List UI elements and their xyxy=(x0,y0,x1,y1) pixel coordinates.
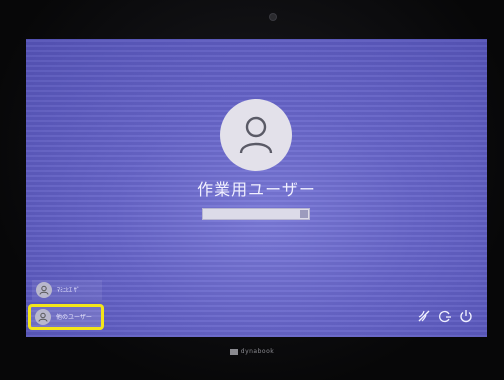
laptop-bezel: 作業用ユーザー ﾏﾐﾆﾋｴ ｻﾞ 他のユーザー dynabook xyxy=(0,0,504,380)
user-icon xyxy=(36,282,52,298)
password-field[interactable] xyxy=(202,208,310,220)
power-icon[interactable] xyxy=(459,309,473,323)
user-switch-list: ﾏﾐﾆﾋｴ ｻﾞ 他のユーザー xyxy=(28,280,104,334)
user-avatar xyxy=(220,99,292,171)
user-list-item-label: ﾏﾐﾆﾋｴ ｻﾞ xyxy=(57,287,80,294)
brand-logo: dynabook xyxy=(0,348,504,355)
username-label: 作業用ユーザー xyxy=(197,180,316,199)
user-list-item-label: 他のユーザー xyxy=(56,314,92,321)
user-list-item-other-user[interactable]: 他のユーザー xyxy=(28,304,104,330)
user-list-item[interactable]: ﾏﾐﾆﾋｴ ｻﾞ xyxy=(32,280,102,300)
user-icon xyxy=(239,116,273,154)
reveal-password-icon[interactable] xyxy=(300,210,308,218)
password-input[interactable] xyxy=(203,209,301,219)
lock-screen: 作業用ユーザー ﾏﾐﾆﾋｴ ｻﾞ 他のユーザー xyxy=(26,39,487,337)
wifi-icon[interactable] xyxy=(417,309,431,323)
user-icon xyxy=(35,309,51,325)
brand-text: dynabook xyxy=(240,348,275,355)
brand-mark xyxy=(229,348,238,355)
ease-of-access-icon[interactable] xyxy=(438,309,452,323)
webcam xyxy=(270,14,276,20)
system-tray xyxy=(417,309,477,325)
